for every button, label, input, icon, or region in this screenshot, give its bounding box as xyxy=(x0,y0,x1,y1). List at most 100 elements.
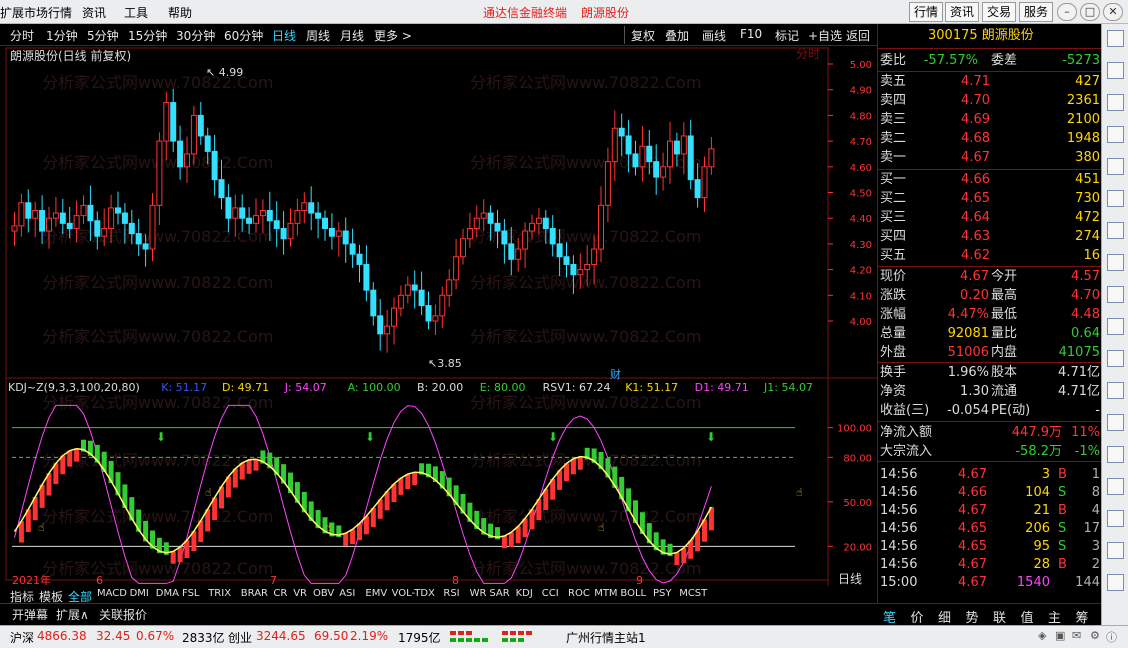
indicator-tab-8[interactable]: BRAR xyxy=(241,588,268,599)
lock-icon[interactable]: ▣ xyxy=(1055,629,1065,642)
period-30min[interactable]: 30分钟 xyxy=(176,27,215,44)
period-more[interactable]: 更多 > xyxy=(374,27,412,44)
indicator-tab-13[interactable]: EMV xyxy=(365,588,387,599)
message-icon[interactable]: ✉ xyxy=(1072,629,1081,642)
detail-tab-6[interactable]: 主 xyxy=(1048,607,1061,626)
bid-price: 4.62 xyxy=(961,248,990,263)
related-quote-button[interactable]: 关联报价 xyxy=(99,606,147,623)
period-weekly[interactable]: 周线 xyxy=(306,27,330,44)
service-button[interactable]: 服务 xyxy=(1019,2,1053,22)
indicator-tab-11[interactable]: OBV xyxy=(313,588,334,599)
detail-tab-7[interactable]: 筹 xyxy=(1076,607,1089,626)
indicator-tab-20[interactable]: ROC xyxy=(568,588,590,599)
month-label: 6 xyxy=(96,574,103,586)
sidebar-tool-icon[interactable] xyxy=(1107,382,1124,399)
indicator-tab-14[interactable]: VOL-TDX xyxy=(392,588,435,599)
indicator-tab-18[interactable]: KDJ xyxy=(516,588,533,599)
indicator-tab-4[interactable]: DMI xyxy=(130,588,149,599)
indicator-tab-17[interactable]: SAR xyxy=(489,588,509,599)
candle-body xyxy=(115,207,121,214)
indicator-tab-21[interactable]: MTM xyxy=(594,588,617,599)
close-icon[interactable]: ✕ xyxy=(1103,3,1123,21)
sidebar-chart-icon[interactable] xyxy=(1107,62,1124,79)
sidebar-list-icon[interactable] xyxy=(1107,126,1124,143)
kdj-bar xyxy=(515,526,521,544)
sidebar-calc-icon[interactable] xyxy=(1107,446,1124,463)
sidebar-extra-icon[interactable] xyxy=(1107,574,1124,591)
sidebar-alert-icon[interactable] xyxy=(1107,414,1124,431)
news-button[interactable]: 资讯 xyxy=(945,2,979,22)
sidebar-f10-icon[interactable] xyxy=(1107,286,1124,303)
sidebar-news-icon[interactable] xyxy=(1107,190,1124,207)
sidebar-flow-icon[interactable] xyxy=(1107,222,1124,239)
sidebar-help-icon[interactable] xyxy=(1107,542,1124,559)
minimize-icon[interactable]: – xyxy=(1057,3,1077,21)
menu-news[interactable]: 资讯 xyxy=(82,4,106,21)
indicator-tab-22[interactable]: BOLL xyxy=(620,588,646,599)
sidebar-ask-icon[interactable] xyxy=(1107,254,1124,271)
menu-tools[interactable]: 工具 xyxy=(124,4,148,21)
sidebar-home-icon[interactable] xyxy=(1107,30,1124,47)
menu-help[interactable]: 帮助 xyxy=(168,4,192,21)
period-intraday[interactable]: 分时 xyxy=(10,27,34,44)
candle-body xyxy=(273,220,280,229)
indicator-tab-15[interactable]: RSI xyxy=(443,588,459,599)
detail-tab-4[interactable]: 联 xyxy=(993,607,1006,626)
sidebar-fund-icon[interactable] xyxy=(1107,318,1124,335)
period-5min[interactable]: 5分钟 xyxy=(87,27,119,44)
indicator-tab-7[interactable]: TRIX xyxy=(208,588,231,599)
settings-icon[interactable]: ⚙ xyxy=(1090,629,1100,642)
candle-body xyxy=(425,305,432,322)
watermark-text: 分析家公式网www.70822.Com xyxy=(42,273,273,292)
period-60min[interactable]: 60分钟 xyxy=(224,27,263,44)
stat-value: 4.67 xyxy=(960,269,989,284)
watermark-text: 分析家公式网www.70822.Com xyxy=(470,273,701,292)
indicator-tab-19[interactable]: CCI xyxy=(542,588,559,599)
period-daily[interactable]: 日线 xyxy=(272,27,296,44)
expand-button[interactable]: 扩展∧ xyxy=(56,606,89,623)
detail-tab-2[interactable]: 细 xyxy=(938,607,951,626)
indicator-tab-6[interactable]: FSL xyxy=(182,588,200,599)
draw-line-button[interactable]: 画线 xyxy=(702,27,726,44)
indicator-tab-9[interactable]: CR xyxy=(273,588,287,599)
back-button[interactable]: 返回 xyxy=(846,27,870,44)
kline-svg[interactable]: 分析家公式网www.70822.Com 分析家公式网www.70822.Com 分析… xyxy=(0,46,877,586)
f10-button[interactable]: F10 xyxy=(740,27,762,41)
indicator-tab-23[interactable]: PSY xyxy=(653,588,672,599)
danmaku-button[interactable]: 开弹幕 xyxy=(12,606,48,623)
detail-tab-0[interactable]: 笔 xyxy=(883,607,896,626)
period-1min[interactable]: 1分钟 xyxy=(46,27,78,44)
sidebar-grid-icon[interactable] xyxy=(1107,94,1124,111)
maximize-icon[interactable]: □ xyxy=(1080,3,1100,21)
indicator-tab-10[interactable]: VR xyxy=(293,588,307,599)
sidebar-note-icon[interactable] xyxy=(1107,510,1124,527)
sidebar-market-icon[interactable] xyxy=(1107,158,1124,175)
info-icon[interactable]: ⓘ xyxy=(1106,629,1117,645)
sidebar-user-icon[interactable] xyxy=(1107,478,1124,495)
candle-body xyxy=(156,140,163,206)
sidebar-bond-icon[interactable] xyxy=(1107,350,1124,367)
add-watchlist-button[interactable]: +自选 xyxy=(808,27,842,44)
indicator-tab-3[interactable]: MACD xyxy=(97,588,127,599)
ask-label: 卖三 xyxy=(880,112,907,127)
adjust-button[interactable]: 复权 xyxy=(631,27,655,44)
period-15min[interactable]: 15分钟 xyxy=(128,27,167,44)
chart-area[interactable]: 分析家公式网www.70822.Com 分析家公式网www.70822.Com 分析… xyxy=(0,46,877,602)
quote-button[interactable]: 行情 xyxy=(909,2,943,22)
overlay-button[interactable]: 叠加 xyxy=(665,27,689,44)
indicator-tab-5[interactable]: DMA xyxy=(156,588,179,599)
indicator-tab-16[interactable]: WR xyxy=(470,588,487,599)
candle-body xyxy=(87,204,94,222)
trade-button[interactable]: 交易 xyxy=(982,2,1016,22)
mark-button[interactable]: 标记 xyxy=(775,27,799,44)
indicator-tab-12[interactable]: ASI xyxy=(339,588,355,599)
detail-tab-1[interactable]: 价 xyxy=(911,607,924,626)
detail-tab-5[interactable]: 值 xyxy=(1021,607,1034,626)
period-monthly[interactable]: 月线 xyxy=(340,27,364,44)
candle-body xyxy=(204,135,211,152)
menu-market[interactable]: 扩展市场行情 xyxy=(0,4,72,21)
indicator-tab-24[interactable]: MCST xyxy=(679,588,707,599)
kdj-header-item: D: 49.71 xyxy=(222,381,269,394)
detail-tab-3[interactable]: 势 xyxy=(966,607,979,626)
bid-price: 4.65 xyxy=(961,191,990,206)
